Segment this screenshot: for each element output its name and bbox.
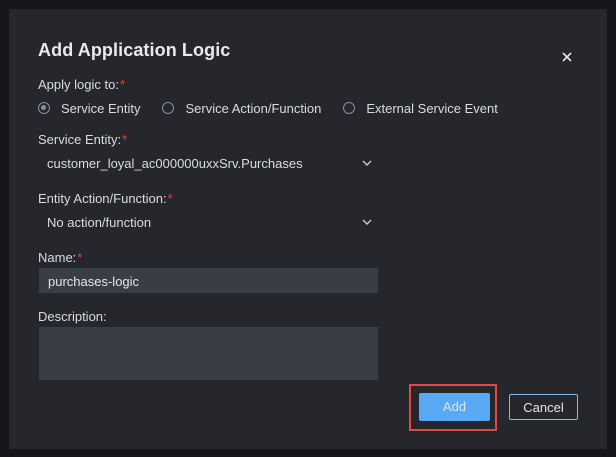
entity-action-select[interactable]: No action/function [38,210,378,234]
entity-action-label-text: Entity Action/Function: [38,191,167,206]
chevron-down-icon[interactable] [360,215,374,229]
dialog-title: Add Application Logic [38,40,231,60]
add-application-logic-dialog: Add Application Logic Apply logic to:* S… [9,9,607,449]
service-entity-value: customer_loyal_ac000000uxxSrv.Purchases [47,155,303,171]
description-label: Description: [38,309,107,324]
radio-service-entity[interactable]: Service Entity [38,101,140,116]
required-mark: * [77,250,83,265]
radio-label: External Service Event [366,100,498,116]
name-label: Name:* [38,250,82,265]
required-mark: * [122,132,128,147]
radio-unchecked-icon[interactable] [343,102,356,114]
name-label-text: Name: [38,250,77,265]
radio-external-service-event[interactable]: External Service Event [343,101,498,116]
entity-action-label: Entity Action/Function:* [38,191,173,206]
cancel-button[interactable]: Cancel [509,394,578,420]
radio-label: Service Action/Function [185,100,322,116]
service-entity-label: Service Entity:* [38,132,127,147]
service-entity-label-text: Service Entity: [38,132,122,147]
close-icon[interactable] [557,47,577,67]
chevron-down-icon[interactable] [360,156,374,170]
radio-unchecked-icon[interactable] [162,102,175,114]
add-button[interactable]: Add [419,393,490,421]
apply-logic-label-text: Apply logic to: [38,77,119,92]
required-mark: * [167,191,173,206]
description-textarea[interactable] [39,327,378,380]
apply-logic-radio-group: Service Entity Service Action/Function E… [38,99,520,117]
screen-backdrop: Add Application Logic Apply logic to:* S… [0,0,616,457]
radio-service-action-function[interactable]: Service Action/Function [162,101,321,116]
service-entity-select[interactable]: customer_loyal_ac000000uxxSrv.Purchases [38,151,378,175]
radio-label: Service Entity [61,100,141,116]
entity-action-value: No action/function [47,214,152,230]
required-mark: * [119,77,125,92]
apply-logic-label: Apply logic to:* [38,77,125,92]
name-input[interactable]: purchases-logic [39,268,378,293]
radio-checked-icon[interactable] [38,102,50,114]
